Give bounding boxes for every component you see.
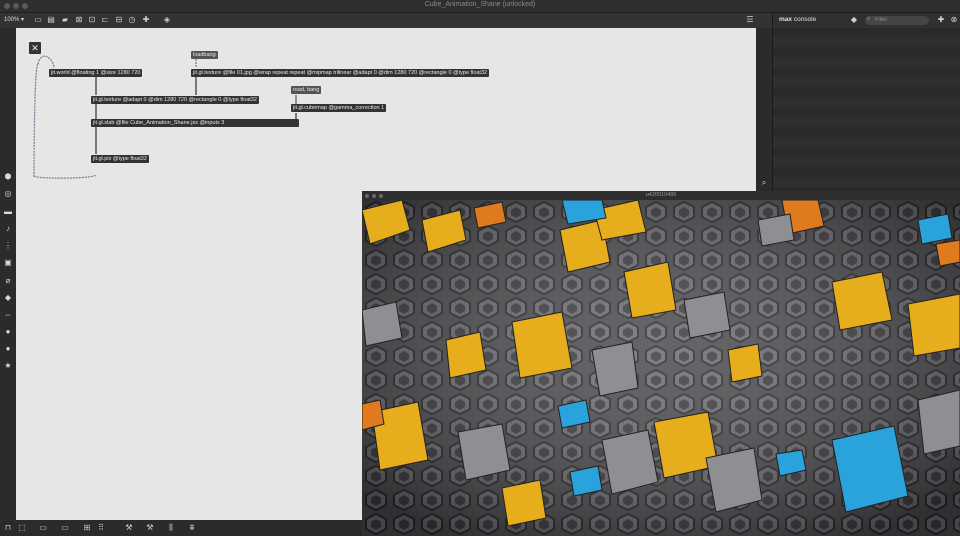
link-icon[interactable]: ⇔	[3, 310, 13, 320]
info-icon[interactable]: ●	[3, 344, 13, 354]
presentation-mode-icon[interactable]: ▭	[38, 523, 48, 533]
zoom-menu[interactable]: 100% ▾	[4, 16, 24, 23]
filter-search-icon: ⌕	[867, 16, 871, 22]
snippet-icon[interactable]: ◆	[3, 293, 13, 303]
console-row	[773, 177, 960, 187]
jit-gl-slab-object[interactable]: jit.gl.slab @file Cube_Animation_Shane.j…	[91, 119, 299, 127]
console-header: max console ◆ Filter ⌕ ✚ ⊗	[773, 13, 960, 28]
console-row	[773, 117, 960, 127]
render-window-titlebar: u420010485	[362, 191, 960, 200]
max-console-panel: max console ◆ Filter ⌕ ✚ ⊗	[772, 13, 960, 191]
object-box-icon[interactable]: ▤	[46, 15, 56, 25]
console-title: max console	[779, 16, 817, 23]
console-options-icon[interactable]: ◆	[849, 15, 859, 25]
read-bang-message[interactable]: read, bang	[291, 86, 322, 94]
console-row	[773, 157, 960, 167]
console-row	[773, 37, 960, 47]
left-sidebar: ⬢ ◎ ▬ ♪ ⋮ ▣ ⌀ ◆ ⇔ ● ● ★	[0, 28, 16, 520]
debug-icon[interactable]: ⊞	[82, 523, 92, 533]
console-row	[773, 137, 960, 147]
render-window-title: u420010485	[645, 192, 677, 198]
search-icon[interactable]: ⌕	[759, 178, 769, 188]
jit-gl-cubemap-object[interactable]: jit.gl.cubemap @gamma_correction 1	[291, 104, 387, 112]
jit-gl-texture-file-object[interactable]: jit.gl.texture @file 01.jpg @wrap repeat…	[191, 69, 490, 77]
console-clear-icon[interactable]: ⊗	[949, 15, 959, 25]
console-filter-input[interactable]: Filter	[865, 16, 929, 25]
help-icon[interactable]: ●	[3, 327, 13, 337]
render-window[interactable]: u420010485	[362, 191, 960, 536]
window-titlebar: Cube_Animation_Shane (unlocked)	[0, 0, 960, 13]
dial-object-icon[interactable]: ◷	[127, 15, 137, 25]
music-note-icon[interactable]: ♪	[3, 224, 13, 234]
sidebar-list-icon[interactable]: ☰	[745, 15, 755, 25]
routing-icon[interactable]: ⋮	[3, 241, 13, 251]
keyboard-icon[interactable]: ⩩	[187, 523, 197, 533]
console-row	[773, 57, 960, 67]
jit-gl-pix-object[interactable]: jit.gl.pix @type float32	[91, 155, 149, 163]
comment-icon[interactable]: ▰	[60, 15, 70, 25]
patcher-bottom-bar: ⊓ ⬚ ▭ ▭ ⊞ ⠿ ⚒ ⚒ ⫼ ⩩	[0, 520, 362, 536]
loadbang-object[interactable]: loadbang	[191, 51, 218, 59]
wrench-icon[interactable]: ⚒	[145, 523, 155, 533]
star-icon[interactable]: ★	[3, 361, 13, 371]
close-patcher-button[interactable]: ✕	[29, 42, 41, 54]
console-row	[773, 97, 960, 107]
button-object-icon[interactable]: ⊠	[74, 15, 84, 25]
layers-icon[interactable]: ▭	[60, 523, 70, 533]
grid-icon[interactable]: ⠿	[96, 523, 106, 533]
slider-object-icon[interactable]: ⊟	[114, 15, 124, 25]
console-row	[773, 77, 960, 87]
number-object-icon[interactable]: ⊏	[100, 15, 110, 25]
media-icon[interactable]: ▬	[3, 207, 13, 217]
lock-icon[interactable]: ⊓	[3, 523, 13, 533]
console-add-icon[interactable]: ✚	[936, 15, 946, 25]
edit-mode-icon[interactable]: ⬚	[17, 523, 27, 533]
package-icon[interactable]: ⬢	[3, 172, 13, 182]
mixer-icon[interactable]: ⫼	[166, 523, 176, 533]
window-title: Cube_Animation_Shane (unlocked)	[424, 1, 536, 8]
presentation-icon[interactable]: ▭	[33, 15, 43, 25]
paperclip-icon[interactable]: ⌀	[3, 276, 13, 286]
rendered-cube-scene	[362, 200, 960, 536]
jit-world-object[interactable]: jit.world @floating 1 @size 1280 720	[49, 69, 143, 77]
target-icon[interactable]: ◎	[3, 189, 13, 199]
toggle-object-icon[interactable]: ⊡	[87, 15, 97, 25]
magic-wand-icon[interactable]: ⚒	[124, 523, 134, 533]
patcher-toolbar: 100% ▾ ▭ ▤ ▰ ⊠ ⊡ ⊏ ⊟ ◷ ✚ ◈ ☰	[0, 13, 772, 28]
paint-bucket-icon[interactable]: ◈	[162, 15, 172, 25]
image-icon[interactable]: ▣	[3, 258, 13, 268]
jit-gl-texture-object[interactable]: jit.gl.texture @adapt 0 @dim 1280 720 @r…	[91, 96, 259, 104]
add-object-icon[interactable]: ✚	[141, 15, 151, 25]
